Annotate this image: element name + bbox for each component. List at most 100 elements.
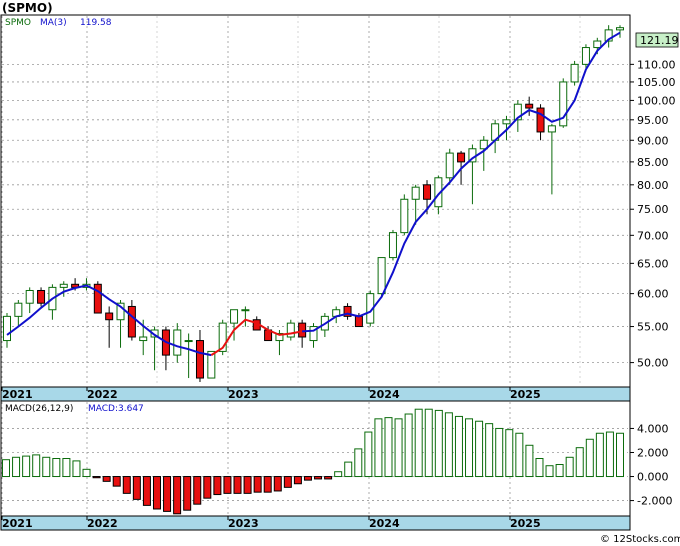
macd-bar-positive [22,455,31,478]
macd-bar-positive [2,459,10,478]
price-ytick-label: 90.00 [637,134,669,147]
candle-up [25,289,34,304]
macd-bar-positive [515,432,524,478]
macd-bar-positive [72,460,81,478]
price-ytick-label: 60.00 [637,288,669,301]
macd-bar-positive [555,464,564,478]
candle-up [59,283,68,288]
macd-bar-positive [444,412,453,478]
x-tick-label: 2025 [510,388,541,401]
price-ytick-label: 65.00 [637,257,669,270]
macd-bar-negative [273,476,282,492]
price-ytick-label: 55.00 [637,321,669,334]
macd-bar-negative [253,476,262,493]
macd-bar-positive [454,415,463,478]
ticker-label: SPMO [5,18,31,28]
macd-bar-negative [203,476,212,499]
macd-panel: 4.000 2.000 0.000 -2.000 MACD(26,12,9) MACD… [0,400,672,517]
candle-up [400,198,409,234]
macd-bar-positive [404,413,413,478]
price-ytick-label: 105.00 [637,76,676,89]
candle-up [173,329,182,356]
candle-up [547,125,556,133]
candle-down [423,184,432,200]
macd-bar-positive [616,432,624,478]
price-panel: 110.00 105.00 100.00 95.00 90.00 85.00 80.00 75… [0,14,679,388]
candle-down [195,340,204,379]
candle-up [388,232,397,259]
x-tick-label: 2024 [369,517,400,530]
chart-title: (SPMO) [2,1,53,15]
candle-up [502,119,511,125]
price-ytick-label: 70.00 [637,229,669,242]
candle-up [286,322,295,338]
macd-bar-positive [605,431,614,478]
macd-bar-positive [414,408,423,478]
macd-bar-negative [324,476,333,480]
candle-up [581,47,590,65]
candle-up [377,257,386,295]
macd-bar-positive [12,456,21,478]
ma-legend-value: 119.58 [80,18,112,28]
price-ytick-label: 100.00 [637,94,676,107]
macd-ytick-label: 4.000 [637,422,669,435]
macd-bar-positive [585,438,594,478]
x-tick-label: 2021 [2,388,33,401]
macd-bar-positive [384,417,393,478]
candle-up [139,336,148,342]
price-legend: SPMO MA(3) 119.58 [5,18,112,28]
macd-bar-negative [122,476,131,494]
macd-bar-negative [152,476,161,510]
macd-bar-positive [374,418,383,478]
candle-up [616,27,624,31]
x-tick-label: 2022 [87,517,118,530]
macd-bar-negative [102,476,111,482]
macd-bar-negative [243,476,252,494]
watermark: © 12Stocks.com [600,534,680,545]
macd-bar-negative [283,476,292,488]
macd-bar-positive [465,418,474,478]
macd-bar-negative [163,476,172,512]
macd-bar-negative [314,476,323,480]
macd-bar-positive [565,456,574,478]
x-tick-label: 2025 [510,517,541,530]
candle-up [241,309,250,312]
price-y-axis: 110.00 105.00 100.00 95.00 90.00 85.00 80.00 75… [630,58,676,370]
macd-bar-negative [263,476,272,493]
macd-value: MACD:3.647 [88,404,144,414]
candle-up [570,63,579,83]
ma-legend-label: MA(3) [40,18,67,28]
macd-bar-positive [434,409,443,478]
x-tick-label: 2023 [228,388,259,401]
macd-bar-positive [575,447,584,478]
macd-y-axis: 4.000 2.000 0.000 -2.000 [630,422,672,508]
macd-bar-negative [213,476,222,496]
x-tick-label: 2021 [2,517,33,530]
candle-down [105,312,114,321]
macd-bar-positive [505,429,514,478]
candle-down [354,315,363,328]
macd-bar-positive [32,454,41,478]
candle-down [525,103,534,109]
price-ytick-label: 85.00 [637,156,669,169]
macd-bar-positive [525,444,534,478]
macd-bar-positive [334,471,343,478]
macd-title: MACD(26,12,9) [5,404,73,414]
candle-down [37,289,46,304]
macd-bar-positive [595,432,604,478]
macd-bar-negative [223,476,232,494]
macd-bar-positive [42,456,51,478]
macd-bar-positive [82,468,91,478]
macd-bar-negative [293,476,302,485]
candle-up [445,152,454,179]
candle-down [536,107,545,133]
candle-down [127,305,136,338]
macd-bar-positive [545,465,554,478]
macd-bar-negative [112,476,121,487]
price-ytick-label: 95.00 [637,114,669,127]
candle-down [93,283,102,314]
last-price-label: 121.19 [640,34,679,47]
candle-down [298,322,307,338]
price-ytick-label: 75.00 [637,203,669,216]
x-tick-label: 2023 [228,517,259,530]
